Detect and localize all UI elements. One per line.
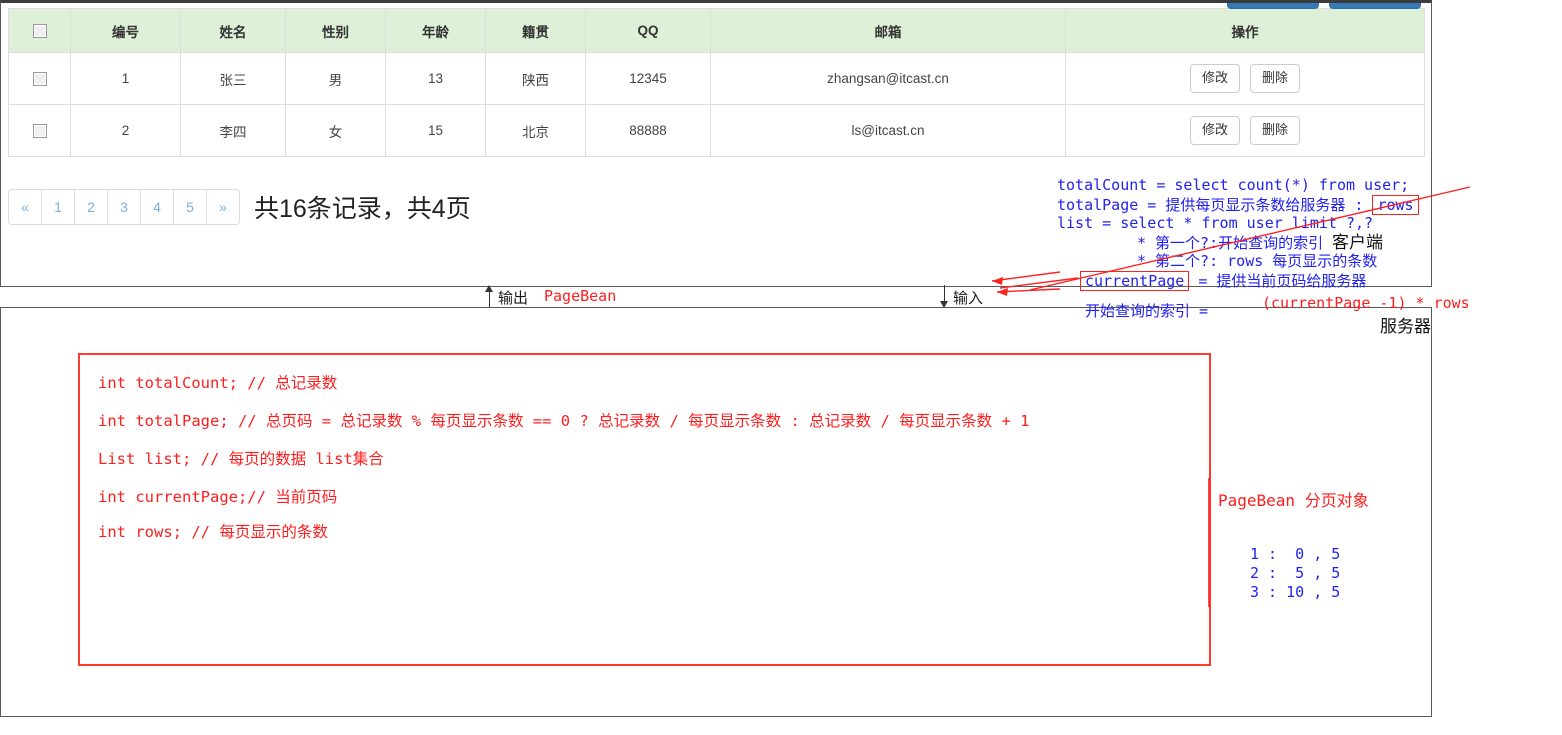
column-header-id: 编号	[71, 9, 181, 53]
cell-age: 13	[386, 53, 486, 105]
table-row: 2 李四 女 15 北京 88888 ls@itcast.cn 修改 删除	[9, 105, 1425, 157]
input-label: 输入	[953, 287, 983, 308]
cell-hometown: 陕西	[486, 53, 586, 105]
pagebean-note-entry-2: 2 : 5 , 5	[1250, 564, 1340, 583]
delete-button[interactable]: 删除	[1250, 64, 1300, 92]
column-header-email: 邮箱	[711, 9, 1066, 53]
column-header-name: 姓名	[181, 9, 286, 53]
server-side-label: 服务器	[1380, 312, 1431, 337]
page-prev-button[interactable]: «	[8, 189, 42, 225]
page-button-5[interactable]: 5	[173, 189, 207, 225]
table-row: 1 张三 男 13 陕西 12345 zhangsan@itcast.cn 修改…	[9, 53, 1425, 105]
annotation-second-placeholder: * 第二个?: rows 每页显示的条数	[1137, 250, 1377, 271]
top-button-2[interactable]	[1329, 0, 1421, 9]
page-button-1[interactable]: 1	[41, 189, 75, 225]
edit-button[interactable]: 修改	[1190, 64, 1240, 92]
table-header-row: 编号 姓名 性别 年龄 籍贯 QQ 邮箱 操作	[9, 9, 1425, 53]
row-checkbox[interactable]	[33, 72, 47, 86]
annotation-totalpage: totalPage = 提供每页显示条数给服务器 : rows	[1057, 194, 1419, 215]
cell-age: 15	[386, 105, 486, 157]
row-checkbox-cell	[9, 53, 71, 105]
code-line-3: List list; // 每页的数据 list集合	[98, 447, 384, 469]
cell-name: 李四	[181, 105, 286, 157]
column-header-age: 年龄	[386, 9, 486, 53]
pagebean-code-box: int totalCount; // 总记录数 int totalPage; /…	[78, 353, 1211, 666]
top-action-buttons	[1227, 0, 1421, 9]
cell-id: 2	[71, 105, 181, 157]
cell-qq: 88888	[586, 105, 711, 157]
output-label: 输出	[498, 287, 528, 308]
code-line-1: int totalCount; // 总记录数	[98, 371, 337, 393]
annotation-currentpage-text: = 提供当前页码给服务器	[1189, 272, 1366, 290]
annotation-totalcount: totalCount = select count(*) from user;	[1057, 176, 1409, 194]
column-header-select-all	[9, 9, 71, 53]
page-button-4[interactable]: 4	[140, 189, 174, 225]
cell-sex: 女	[286, 105, 386, 157]
annotation-rows-box: rows	[1372, 195, 1418, 215]
code-line-4: int currentPage;// 当前页码	[98, 485, 337, 507]
pagination: « 1 2 3 4 5 »	[8, 189, 240, 225]
pagination-row: « 1 2 3 4 5 » 共16条记录，共4页	[8, 189, 471, 225]
page-next-button[interactable]: »	[206, 189, 240, 225]
cell-name: 张三	[181, 53, 286, 105]
cell-operation: 修改 删除	[1066, 105, 1425, 157]
page-button-3[interactable]: 3	[107, 189, 141, 225]
pagebean-note-entry-3: 3 : 10 , 5	[1250, 583, 1340, 602]
annotation-currentpage: currentPage = 提供当前页码给服务器	[1080, 270, 1366, 291]
record-summary-text: 共16条记录，共4页	[254, 189, 471, 225]
output-arrow-head-icon	[485, 285, 493, 292]
output-value: PageBean	[544, 287, 616, 305]
edit-button[interactable]: 修改	[1190, 116, 1240, 144]
cell-hometown: 北京	[486, 105, 586, 157]
column-header-operation: 操作	[1066, 9, 1425, 53]
pagebean-note-title: PageBean 分页对象	[1218, 487, 1369, 511]
client-side-label: 客户端	[1332, 228, 1383, 253]
cell-sex: 男	[286, 53, 386, 105]
pagebean-panel: int totalCount; // 总记录数 int totalPage; /…	[0, 307, 1432, 717]
output-arrow-line	[489, 289, 490, 309]
select-all-checkbox[interactable]	[33, 24, 47, 38]
cell-id: 1	[71, 53, 181, 105]
code-line-2: int totalPage; // 总页码 = 总记录数 % 每页显示条数 ==…	[98, 409, 1029, 431]
top-button-1[interactable]	[1227, 0, 1319, 9]
cell-operation: 修改 删除	[1066, 53, 1425, 105]
column-header-sex: 性别	[286, 9, 386, 53]
cell-email: zhangsan@itcast.cn	[711, 53, 1066, 105]
annotation-totalpage-text: totalPage = 提供每页显示条数给服务器 :	[1057, 196, 1372, 214]
column-header-qq: QQ	[586, 9, 711, 53]
code-line-5: int rows; // 每页显示的条数	[98, 520, 328, 542]
user-table: 编号 姓名 性别 年龄 籍贯 QQ 邮箱 操作 1 张三 男 13 陕西 123…	[8, 8, 1425, 157]
annotation-currentpage-box: currentPage	[1080, 271, 1189, 291]
row-checkbox[interactable]	[33, 124, 47, 138]
cell-email: ls@itcast.cn	[711, 105, 1066, 157]
page-button-2[interactable]: 2	[74, 189, 108, 225]
row-checkbox-cell	[9, 105, 71, 157]
delete-button[interactable]: 删除	[1250, 116, 1300, 144]
column-header-hometown: 籍贯	[486, 9, 586, 53]
annotation-start-index-formula: (currentPage -1) * rows	[1262, 294, 1470, 312]
annotation-start-index-label: 开始查询的索引 =	[1085, 300, 1208, 321]
cell-qq: 12345	[586, 53, 711, 105]
annotation-list-sql: list = select * from user limit ?,?	[1057, 214, 1373, 232]
pagebean-note-entry-1: 1 : 0 , 5	[1250, 545, 1340, 564]
